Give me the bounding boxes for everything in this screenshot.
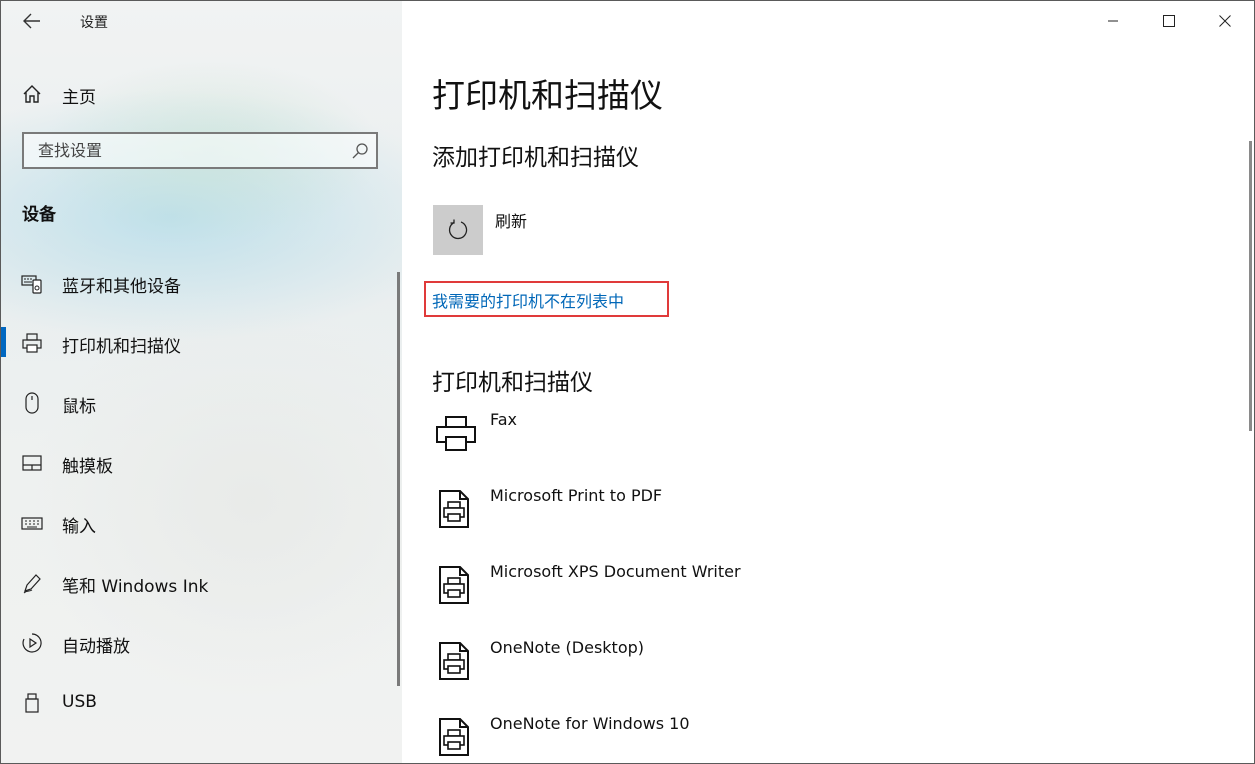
- printer-name: Microsoft XPS Document Writer: [490, 562, 741, 581]
- printer-item-pdf[interactable]: Microsoft Print to PDF: [402, 477, 1232, 537]
- printer-icon: [22, 333, 42, 353]
- sidebar-item-usb[interactable]: USB: [1, 673, 401, 733]
- sidebar-item-label: 鼠标: [62, 397, 96, 417]
- home-label: 主页: [62, 88, 96, 108]
- section-label-devices: 设备: [22, 205, 56, 225]
- usb-icon: [25, 693, 39, 713]
- back-button[interactable]: [15, 5, 49, 37]
- main-content: 打印机和扫描仪 添加打印机和扫描仪 刷新 我需要的打印机不在列表中 打印机和扫描…: [402, 1, 1254, 763]
- back-arrow-icon: [23, 13, 40, 29]
- pen-icon: [23, 574, 41, 594]
- touchpad-icon: [22, 455, 42, 471]
- app-title: 设置: [80, 15, 108, 31]
- printer-name: Fax: [490, 410, 518, 429]
- search-input[interactable]: [24, 134, 358, 167]
- sidebar-item-autoplay[interactable]: 自动播放: [1, 613, 401, 673]
- document-printer-icon: [439, 642, 469, 680]
- document-printer-icon: [439, 566, 469, 604]
- page-title: 打印机和扫描仪: [432, 76, 663, 115]
- printer-item-onenote-desktop[interactable]: OneNote (Desktop): [402, 629, 1232, 689]
- sidebar-item-typing[interactable]: 输入: [1, 493, 401, 553]
- printer-item-xps[interactable]: Microsoft XPS Document Writer: [402, 553, 1232, 613]
- content-scrollbar[interactable]: [1249, 141, 1252, 431]
- document-printer-icon: [439, 490, 469, 528]
- mouse-icon: [25, 392, 39, 414]
- sidebar-item-home[interactable]: 主页: [1, 73, 401, 115]
- printer-name: OneNote for Windows 10: [490, 714, 690, 733]
- fax-printer-icon: [436, 416, 476, 451]
- sidebar-nav: 蓝牙和其他设备 打印机和扫描仪 鼠标 触摸板 输入 笔和 Windows Ink…: [1, 253, 401, 733]
- sidebar-item-label: 自动播放: [62, 637, 130, 657]
- autoplay-icon: [22, 633, 42, 653]
- refresh-button[interactable]: [433, 205, 483, 255]
- search-box[interactable]: [22, 132, 378, 169]
- sidebar-item-mouse[interactable]: 鼠标: [1, 373, 401, 433]
- printer-item-fax[interactable]: Fax: [402, 401, 1232, 461]
- sidebar-item-label: USB: [62, 692, 97, 712]
- refresh-icon: [448, 219, 468, 240]
- printers-list-title: 打印机和扫描仪: [432, 370, 593, 396]
- refresh-label: 刷新: [495, 212, 528, 231]
- sidebar-item-label: 打印机和扫描仪: [62, 337, 181, 357]
- sidebar-item-pen[interactable]: 笔和 Windows Ink: [1, 553, 401, 613]
- sidebar: 设置 主页 设备 蓝牙和其他设备: [1, 1, 402, 763]
- sidebar-item-touchpad[interactable]: 触摸板: [1, 433, 401, 493]
- selection-indicator: [1, 327, 6, 357]
- printer-name: Microsoft Print to PDF: [490, 486, 663, 505]
- sidebar-item-label: 触摸板: [62, 457, 113, 477]
- sidebar-scrollbar[interactable]: [397, 272, 400, 686]
- keyboard-icon: [21, 517, 43, 530]
- sidebar-item-label: 蓝牙和其他设备: [62, 277, 181, 297]
- sidebar-item-bluetooth[interactable]: 蓝牙和其他设备: [1, 253, 401, 313]
- bluetooth-devices-icon: [21, 275, 42, 294]
- home-icon: [23, 85, 41, 103]
- sidebar-item-label: 笔和 Windows Ink: [62, 577, 209, 597]
- sidebar-item-label: 输入: [62, 517, 96, 537]
- search-icon[interactable]: [350, 141, 370, 161]
- settings-window: 设置 主页 设备 蓝牙和其他设备: [0, 0, 1255, 764]
- sidebar-item-printers[interactable]: 打印机和扫描仪: [1, 313, 401, 373]
- document-printer-icon: [439, 718, 469, 756]
- printer-item-onenote-win10[interactable]: OneNote for Windows 10: [402, 705, 1232, 763]
- printer-not-listed-link[interactable]: 我需要的打印机不在列表中: [432, 288, 624, 312]
- add-section-title: 添加打印机和扫描仪: [432, 145, 639, 171]
- printer-name: OneNote (Desktop): [490, 638, 645, 657]
